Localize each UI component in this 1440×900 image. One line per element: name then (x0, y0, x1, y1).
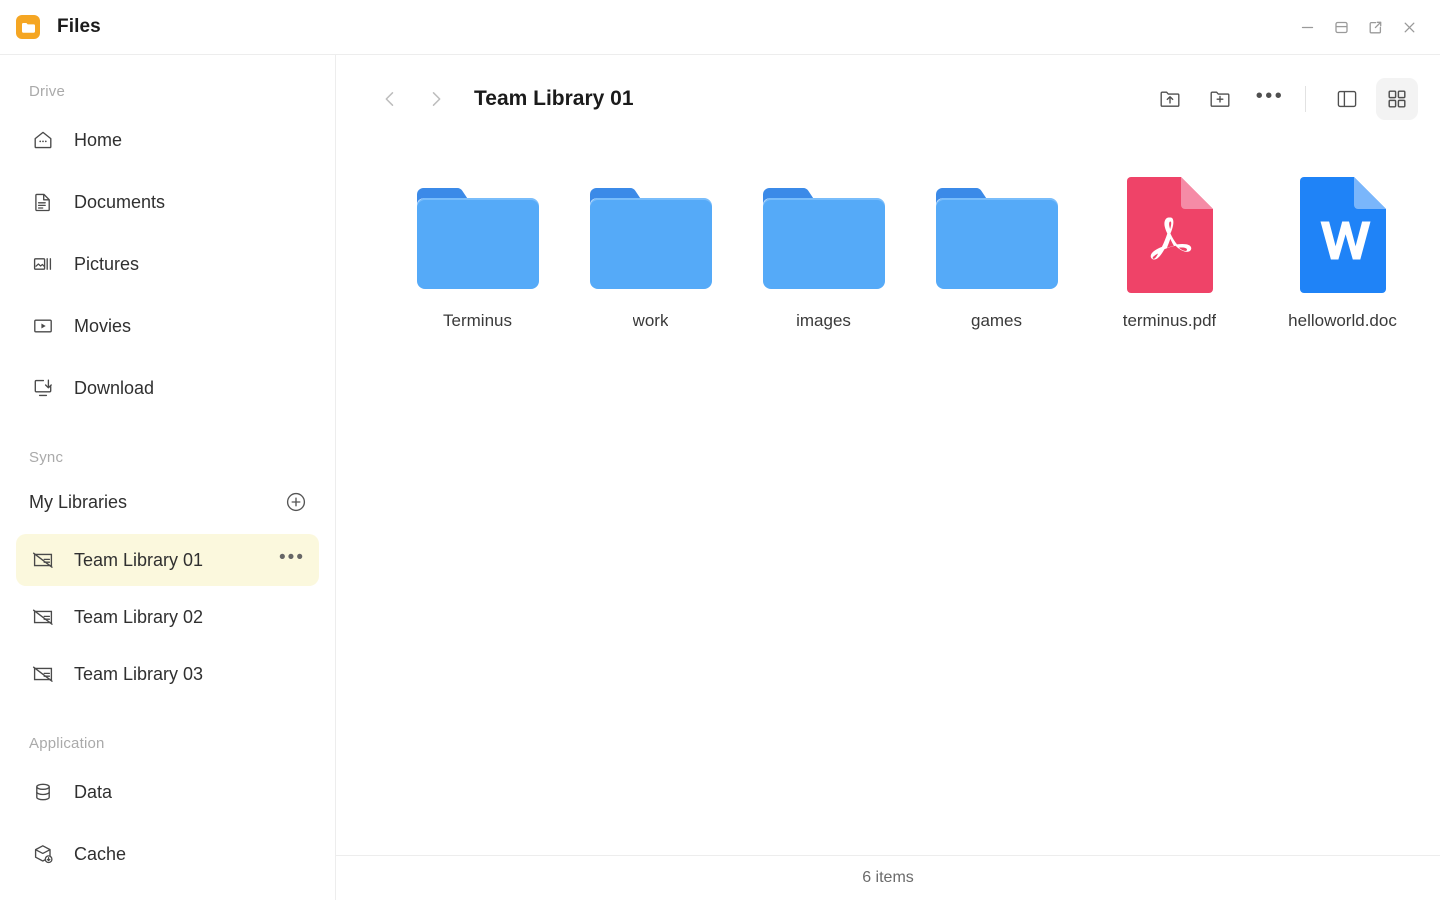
item-count-label: 6 items (862, 869, 914, 886)
sidebar-item-label: Team Library 02 (74, 606, 204, 627)
library-icon (29, 546, 57, 574)
forward-button[interactable] (416, 79, 456, 119)
file-item[interactable]: terminus.pdf (1083, 169, 1256, 331)
sidebar-item-cache[interactable]: Cache (16, 823, 319, 885)
sidebar-section-sync: Sync (29, 448, 64, 466)
file-browser-area[interactable]: Terminus work images games terminus.pdf … (336, 143, 1440, 855)
sidebar-section-application: Application (29, 734, 105, 752)
restore-window-button[interactable] (1324, 10, 1358, 44)
app-title: Files (57, 16, 101, 37)
my-libraries-header[interactable]: My Libraries (0, 475, 335, 529)
file-grid: Terminus work images games terminus.pdf … (366, 169, 1410, 331)
library-icon (29, 603, 57, 631)
files-app-window: Files Drive Home Documents Pictures Movi… (0, 0, 1440, 900)
back-button[interactable] (370, 79, 410, 119)
sidebar-item-data[interactable]: Data (16, 761, 319, 823)
file-name: work (632, 311, 669, 330)
movies-icon (29, 312, 57, 340)
folder-icon (588, 177, 714, 295)
doc-file-icon (1296, 177, 1390, 295)
breadcrumb: Team Library 01 (474, 87, 634, 110)
file-name: helloworld.doc (1288, 311, 1397, 330)
folder-icon (761, 177, 887, 295)
sidebar-item-label: Data (74, 781, 113, 802)
sidebar-item-label: Pictures (74, 253, 140, 274)
title-bar: Files (0, 0, 1440, 55)
file-item[interactable]: Terminus (391, 169, 564, 331)
folder-icon (415, 177, 541, 295)
cache-box-icon (29, 840, 57, 868)
sidebar: Drive Home Documents Pictures Movies Dow… (0, 55, 336, 900)
more-options-button[interactable]: ••• (1249, 78, 1291, 120)
sidebar-item-label: Download (74, 377, 155, 398)
file-name: images (796, 311, 851, 330)
more-horizontal-icon: ••• (1255, 84, 1285, 107)
pdf-file-icon (1123, 177, 1217, 295)
folder-app-icon (16, 15, 40, 39)
plus-circle-icon[interactable] (283, 489, 309, 515)
pictures-icon (29, 250, 57, 278)
window-body: Drive Home Documents Pictures Movies Dow… (0, 55, 1440, 900)
file-item[interactable]: games (910, 169, 1083, 331)
status-bar: 6 items (336, 855, 1440, 900)
sidebar-item-label: Home (74, 129, 123, 150)
library-icon (29, 660, 57, 688)
minimize-button[interactable] (1290, 10, 1324, 44)
close-button[interactable] (1392, 10, 1426, 44)
sidebar-item-label: Cache (74, 843, 127, 864)
grid-view-button[interactable] (1376, 78, 1418, 120)
file-item[interactable]: helloworld.doc (1256, 169, 1429, 331)
library-more-options-icon[interactable]: ••• (279, 548, 305, 573)
home-icon (29, 126, 57, 154)
content-toolbar: Team Library 01 ••• (336, 55, 1440, 143)
sidebar-item-pictures[interactable]: Pictures (16, 233, 319, 295)
sidebar-item-movies[interactable]: Movies (16, 295, 319, 357)
sidebar-item-home[interactable]: Home (16, 109, 319, 171)
sidebar-item-label: Documents (74, 191, 166, 212)
my-libraries-label: My Libraries (29, 491, 128, 512)
sidebar-item-label: Movies (74, 315, 132, 336)
sidebar-item-label: Team Library 03 (74, 663, 204, 684)
document-icon (29, 188, 57, 216)
download-icon (29, 374, 57, 402)
database-icon (29, 778, 57, 806)
toolbar-divider (1305, 86, 1306, 112)
sidebar-item-team-library-02[interactable]: Team Library 02 (16, 591, 319, 643)
sidebar-item-label: Team Library 01 (74, 549, 204, 570)
folder-icon (934, 177, 1060, 295)
sidebar-item-documents[interactable]: Documents (16, 171, 319, 233)
file-item[interactable]: images (737, 169, 910, 331)
file-item[interactable]: work (564, 169, 737, 331)
file-name: games (970, 311, 1023, 330)
sidebar-item-team-library-03[interactable]: Team Library 03 (16, 648, 319, 700)
sidebar-item-download[interactable]: Download (16, 357, 319, 419)
sidebar-section-drive: Drive (29, 82, 66, 100)
new-folder-button[interactable] (1199, 78, 1241, 120)
sidebar-item-team-library-01[interactable]: Team Library 01 ••• (16, 534, 319, 586)
file-name: Terminus (443, 311, 512, 330)
main-content: Team Library 01 ••• Terminus work images… (336, 55, 1440, 900)
list-view-button[interactable] (1326, 78, 1368, 120)
upload-folder-button[interactable] (1149, 78, 1191, 120)
file-name: terminus.pdf (1122, 311, 1217, 330)
external-link-button[interactable] (1358, 10, 1392, 44)
